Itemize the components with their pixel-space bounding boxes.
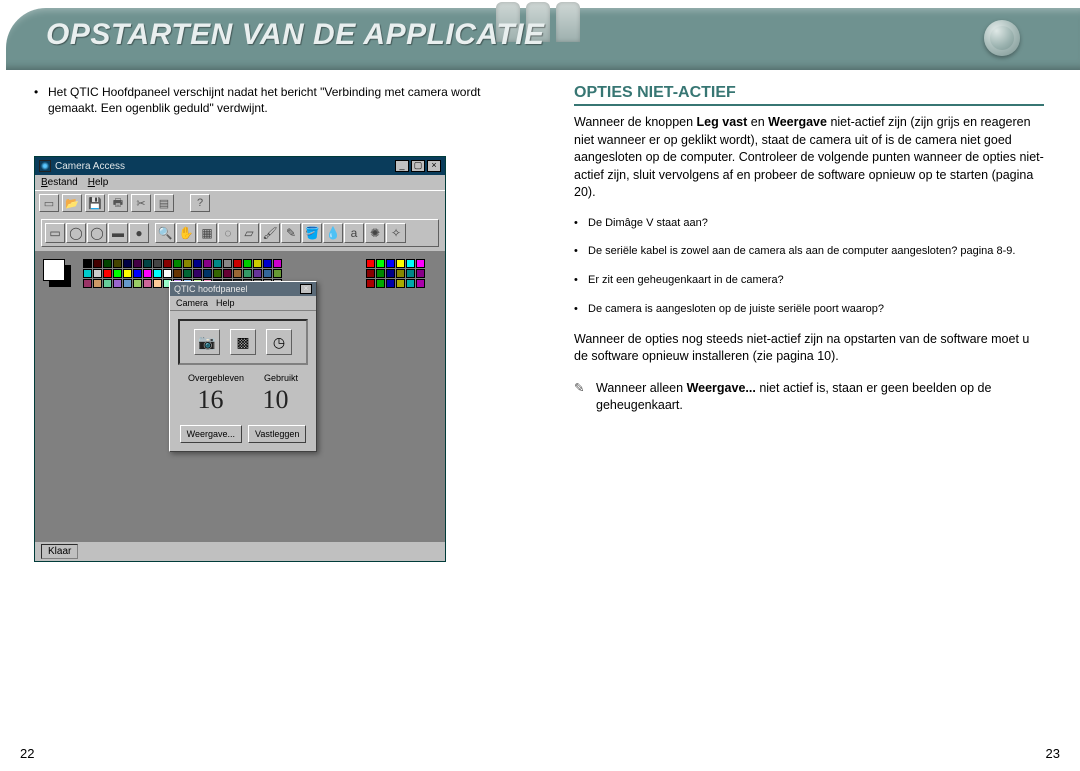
check-item: De Dimâge V staat aan? <box>574 216 1044 231</box>
app-screenshot: Camera Access _ ▢ × Bestand Help ▭ 📂 💾 🖶… <box>34 156 446 562</box>
qtic-camera-icon[interactable]: 📷 <box>194 329 220 355</box>
qtic-close-button[interactable]: × <box>300 284 312 294</box>
tool-hand-icon[interactable]: ✋ <box>176 223 196 243</box>
tool-rect-icon[interactable]: ▭ <box>45 223 65 243</box>
qtic-gauge-icon[interactable]: ◷ <box>266 329 292 355</box>
window-titlebar: Camera Access _ ▢ × <box>35 157 445 175</box>
canvas-area: QTIC hoofdpaneel × Camera Help 📷 ▩ ◷ <box>35 251 445 541</box>
tool-cut-icon[interactable]: ✂ <box>131 194 151 212</box>
tool-new-icon[interactable]: ▭ <box>39 194 59 212</box>
maximize-button[interactable]: ▢ <box>411 160 425 172</box>
qtic-count-remaining: 16 <box>198 385 224 415</box>
reinstall-paragraph: Wanneer de opties nog steeds niet-actief… <box>574 331 1044 366</box>
camera-icon <box>39 160 51 172</box>
tool-stamp-icon[interactable]: ✺ <box>365 223 385 243</box>
header-band: OPSTARTEN VAN DE APPLICATIE <box>6 8 1080 70</box>
tool-pencil-icon[interactable]: ✎ <box>281 223 301 243</box>
tool-eraser-icon[interactable]: ▱ <box>239 223 259 243</box>
right-column: OPTIES NIET-ACTIEF Wanneer de knoppen Le… <box>574 84 1044 562</box>
qtic-weergave-button[interactable]: Weergave... <box>180 425 242 443</box>
check-item: Er zit een geheugenkaart in de camera? <box>574 273 1044 288</box>
qtic-title-text: QTIC hoofdpaneel <box>174 284 248 294</box>
tool-brush-icon[interactable]: 🖌 <box>260 223 280 243</box>
intro-bullet: Het QTIC Hoofdpaneel verschijnt nadat he… <box>34 84 514 116</box>
tool-sheet-icon[interactable]: ▤ <box>154 194 174 212</box>
qtic-label-used: Gebruikt <box>264 373 298 383</box>
menu-help[interactable]: Help <box>88 177 109 188</box>
color-palette-right[interactable] <box>366 259 425 288</box>
status-bar: Klaar <box>35 541 445 561</box>
tool-circle-icon[interactable]: ◯ <box>66 223 86 243</box>
qtic-vastleggen-button[interactable]: Vastleggen <box>248 425 306 443</box>
qtic-menu-help[interactable]: Help <box>216 298 235 308</box>
page-number-left: 22 <box>20 746 34 761</box>
tool-print-icon[interactable]: 🖶 <box>108 194 128 212</box>
page-number-right: 23 <box>1046 746 1060 761</box>
tool-open-icon[interactable]: 📂 <box>62 194 82 212</box>
window-title: Camera Access <box>55 161 125 172</box>
left-column: Het QTIC Hoofdpaneel verschijnt nadat he… <box>34 84 514 562</box>
menu-file[interactable]: Bestand <box>41 177 78 188</box>
intro-paragraph: Wanneer de knoppen Leg vast en Weergave … <box>574 114 1044 202</box>
qtic-checker-icon[interactable]: ▩ <box>230 329 256 355</box>
note-paragraph: Wanneer alleen Weergave... niet actief i… <box>574 380 1044 415</box>
check-item: De seriële kabel is zowel aan de camera … <box>574 244 1044 259</box>
tool-bucket-icon[interactable]: 🪣 <box>302 223 322 243</box>
tool-dropper-icon[interactable]: 💧 <box>323 223 343 243</box>
window-controls: _ ▢ × <box>395 160 441 172</box>
qtic-titlebar: QTIC hoofdpaneel × <box>170 282 316 296</box>
tool-save-icon[interactable]: 💾 <box>85 194 105 212</box>
foreground-swatch[interactable] <box>43 259 65 281</box>
close-button[interactable]: × <box>427 160 441 172</box>
tool-lasso-icon[interactable]: ◌ <box>218 223 238 243</box>
qtic-menu-bar: Camera Help <box>170 296 316 311</box>
toolbar-secondary: ▭ ◯ ◯ ▬ ● 🔍 ✋ ▦ ◌ ▱ 🖌 ✎ 🪣 💧 a ✺ <box>41 219 439 247</box>
minimize-button[interactable]: _ <box>395 160 409 172</box>
decorative-knob <box>984 20 1020 56</box>
tool-oval-icon[interactable]: ◯ <box>87 223 107 243</box>
main-menu-bar: Bestand Help <box>35 175 445 190</box>
toolbar-primary: ▭ 📂 💾 🖶 ✂ ▤ ? <box>35 190 445 215</box>
tool-fillrect-icon[interactable]: ▬ <box>108 223 128 243</box>
tool-help-icon[interactable]: ? <box>190 194 210 212</box>
status-text: Klaar <box>41 544 78 559</box>
tool-wand-icon[interactable]: ✧ <box>386 223 406 243</box>
tool-text-icon[interactable]: a <box>344 223 364 243</box>
qtic-label-remaining: Overgebleven <box>188 373 244 383</box>
section-heading: OPTIES NIET-ACTIEF <box>574 84 1044 106</box>
check-item: De camera is aangesloten op de juiste se… <box>574 302 1044 317</box>
qtic-count-used: 10 <box>263 385 289 415</box>
page-title: OPSTARTEN VAN DE APPLICATIE <box>46 18 545 52</box>
decorative-tab <box>556 2 580 42</box>
qtic-icon-row: 📷 ▩ ◷ <box>178 319 308 365</box>
qtic-main-panel: QTIC hoofdpaneel × Camera Help 📷 ▩ ◷ <box>169 281 317 452</box>
tool-fillcircle-icon[interactable]: ● <box>129 223 149 243</box>
page-content: Het QTIC Hoofdpaneel verschijnt nadat he… <box>0 70 1080 562</box>
qtic-menu-camera[interactable]: Camera <box>176 298 208 308</box>
tool-zoom-icon[interactable]: 🔍 <box>155 223 175 243</box>
tool-select-icon[interactable]: ▦ <box>197 223 217 243</box>
